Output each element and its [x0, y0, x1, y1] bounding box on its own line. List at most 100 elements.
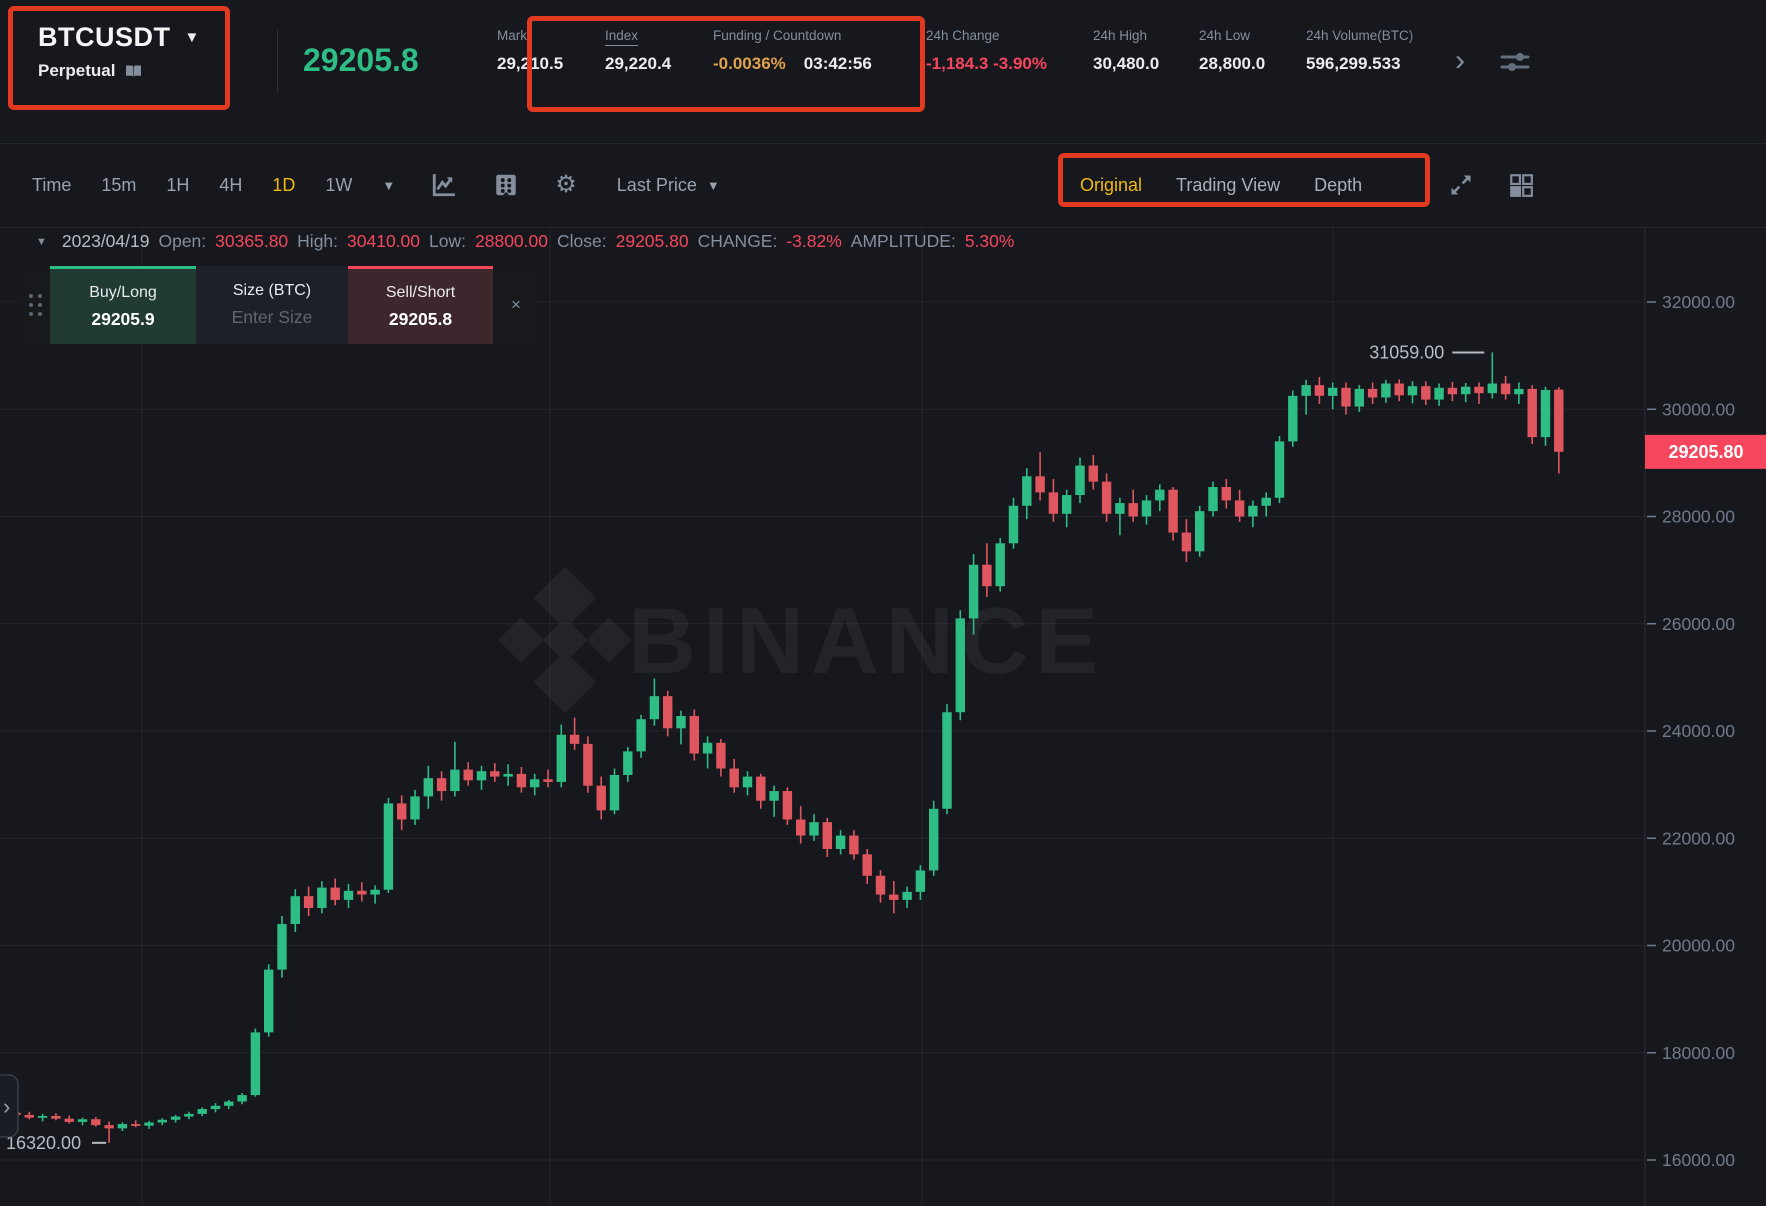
axis-label: 18000.00 — [1662, 1043, 1735, 1063]
interval-time[interactable]: Time — [32, 175, 71, 196]
svg-text:BINANCE: BINANCE — [628, 588, 1105, 693]
high-annotation-label: 31059.00 — [1369, 342, 1444, 362]
header-divider — [277, 30, 278, 92]
interval-1h[interactable]: 1H — [166, 175, 189, 196]
collapse-chevron-icon[interactable]: ▼ — [36, 236, 47, 248]
funding-countdown: 03:42:56 — [804, 54, 872, 73]
stat-label: 24h Change — [926, 28, 1061, 43]
stat-24h-volume: 24h Volume(BTC) 596,299.533 — [1306, 28, 1446, 74]
book-icon[interactable] — [125, 64, 142, 79]
drag-handle[interactable] — [20, 266, 50, 344]
stat-value: -1,184.3 -3.90% — [926, 54, 1061, 74]
stat-label: 24h Low — [1199, 28, 1274, 43]
stat-24h-change: 24h Change -1,184.3 -3.90% — [926, 28, 1061, 74]
size-placeholder: Enter Size — [232, 307, 313, 328]
ohlc-info-row: ▼ 2023/04/19 Open: 30365.80 High: 30410.… — [36, 231, 1014, 252]
quick-trade-panel: Buy/Long 29205.9 Size (BTC) Enter Size S… — [20, 266, 537, 344]
axis-label: 32000.00 — [1662, 292, 1735, 312]
stat-label: 24h Volume(BTC) — [1306, 28, 1446, 43]
close-icon[interactable]: × — [493, 266, 537, 344]
high-value: 30410.00 — [347, 231, 420, 252]
stat-label: 24h High — [1093, 28, 1167, 43]
stat-label: Mark — [497, 28, 573, 43]
buy-long-button[interactable]: Buy/Long 29205.9 — [50, 266, 196, 344]
stat-value: 29,220.4 — [605, 54, 681, 74]
high-label: High: — [297, 231, 338, 252]
tab-original[interactable]: Original — [1080, 175, 1142, 196]
tab-trading-view[interactable]: Trading View — [1176, 175, 1280, 196]
indicators-icon[interactable] — [493, 172, 519, 198]
chart-toolbar: Time 15m 1H 4H 1D 1W ▼ ⚙ Last Price — [0, 143, 1766, 227]
interval-1d[interactable]: 1D — [272, 175, 295, 196]
candlestick-chart[interactable]: 32000.00 30000.00 28000.00 26000.00 24000.00… — [0, 227, 1766, 1206]
binance-watermark: BINANCE — [498, 567, 1105, 713]
low-label: Low: — [429, 231, 466, 252]
buy-long-label: Buy/Long — [89, 284, 157, 302]
size-input[interactable]: Size (BTC) Enter Size — [196, 266, 348, 344]
candles — [11, 352, 1563, 1142]
amplitude-label: AMPLITUDE: — [851, 231, 956, 252]
size-label: Size (BTC) — [233, 282, 311, 300]
axis-label: 22000.00 — [1662, 828, 1735, 848]
symbol-name: BTCUSDT — [38, 22, 171, 53]
low-annotation-label: 16320.00 — [6, 1133, 81, 1153]
axis-label: 24000.00 — [1662, 721, 1735, 741]
left-panel-expander[interactable]: › — [0, 1075, 18, 1137]
last-price-tag-label: 29205.80 — [1668, 442, 1743, 462]
stat-label: Funding / Countdown — [713, 28, 894, 43]
interval-more-chevron-icon[interactable]: ▼ — [382, 178, 395, 193]
stat-mark-price[interactable]: Mark 29,210.5 — [497, 28, 573, 74]
header: BTCUSDT ▼ Perpetual 29205.8 Mark 29,210.… — [0, 0, 1766, 143]
stats-overflow-chevron-icon[interactable]: › — [1455, 44, 1465, 78]
sell-short-button[interactable]: Sell/Short 29205.8 — [348, 266, 493, 344]
interval-4h[interactable]: 4H — [219, 175, 242, 196]
stat-value: 28,800.0 — [1199, 54, 1274, 74]
interval-15m[interactable]: 15m — [101, 175, 136, 196]
axis-label: 28000.00 — [1662, 507, 1735, 527]
binance-futures-screen: BTCUSDT ▼ Perpetual 29205.8 Mark 29,210.… — [0, 0, 1766, 1206]
stat-value: 596,299.533 — [1306, 54, 1446, 74]
stat-funding-countdown[interactable]: Funding / Countdown -0.0036% 03:42:56 — [713, 28, 894, 74]
ohlc-date: 2023/04/19 — [62, 231, 150, 252]
stat-24h-high: 24h High 30,480.0 — [1093, 28, 1167, 74]
axis-label: 20000.00 — [1662, 936, 1735, 956]
stat-value: -0.0036% 03:42:56 — [713, 54, 894, 74]
sell-short-price: 29205.8 — [389, 309, 452, 330]
amplitude-value: 5.30% — [965, 231, 1015, 252]
close-label: Close: — [557, 231, 607, 252]
stat-value: 29,210.5 — [497, 54, 573, 74]
axis-label: 16000.00 — [1662, 1150, 1735, 1170]
axis-label: 26000.00 — [1662, 614, 1735, 634]
contract-type-label: Perpetual — [38, 61, 115, 81]
change-value: -3.82% — [786, 231, 841, 252]
chart-settings-gear-icon[interactable]: ⚙ — [555, 173, 577, 197]
expand-chevron-icon: › — [3, 1094, 10, 1119]
change-label: CHANGE: — [698, 231, 778, 252]
sliders-icon[interactable] — [1500, 48, 1530, 76]
tab-depth[interactable]: Depth — [1314, 175, 1362, 196]
low-value: 28800.00 — [475, 231, 548, 252]
sell-short-label: Sell/Short — [386, 284, 455, 302]
price-mode-label: Last Price — [617, 175, 697, 196]
fullscreen-expand-icon[interactable] — [1448, 172, 1474, 198]
axis-label: 30000.00 — [1662, 399, 1735, 419]
stat-value: 30,480.0 — [1093, 54, 1167, 74]
open-value: 30365.80 — [215, 231, 288, 252]
close-value: 29205.80 — [616, 231, 689, 252]
chevron-down-icon: ▼ — [707, 178, 720, 193]
stat-index-price[interactable]: Index 29,220.4 — [605, 28, 681, 74]
open-label: Open: — [158, 231, 206, 252]
stat-label: Index — [605, 28, 681, 43]
last-price: 29205.8 — [303, 42, 419, 79]
chart-view-tabs: Original Trading View Depth — [1080, 143, 1362, 227]
funding-rate: -0.0036% — [713, 54, 786, 73]
price-mode-select[interactable]: Last Price ▼ — [617, 175, 720, 196]
kline-chart-icon[interactable] — [431, 172, 457, 198]
interval-1w[interactable]: 1W — [325, 175, 352, 196]
chevron-down-icon: ▼ — [185, 29, 200, 46]
buy-long-price: 29205.9 — [91, 309, 154, 330]
symbol-selector[interactable]: BTCUSDT ▼ Perpetual — [38, 22, 199, 81]
layout-grid-icon[interactable] — [1508, 172, 1534, 198]
stat-24h-low: 24h Low 28,800.0 — [1199, 28, 1274, 74]
market-stats: Mark 29,210.5 Index 29,220.4 Funding / C… — [497, 28, 1446, 74]
